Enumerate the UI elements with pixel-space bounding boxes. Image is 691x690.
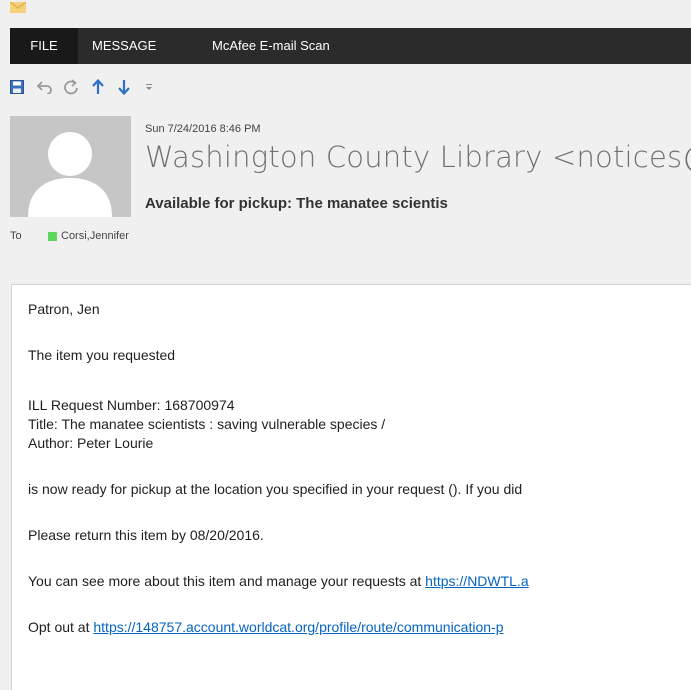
tab-file[interactable]: FILE	[10, 28, 78, 64]
undo-button[interactable]	[34, 74, 56, 100]
recipient-name[interactable]: Corsi,Jennifer	[61, 230, 129, 242]
ready-text: is now ready for pickup at the location …	[28, 481, 523, 497]
previous-item-icon	[92, 79, 104, 94]
sent-date: Sun 7/24/2016 8:46 PM	[145, 123, 261, 135]
item-title-text: Title: The manatee scientists : saving v…	[28, 416, 386, 432]
intro-text: The item you requested	[28, 347, 176, 363]
avatar	[10, 116, 131, 217]
customize-dropdown-icon	[146, 84, 152, 90]
sender-name[interactable]: Washington County Library <notices@e.w	[145, 140, 691, 174]
person-silhouette-icon	[28, 132, 112, 217]
message-body: Patron, Jen The item you requested ILL R…	[11, 284, 691, 690]
save-button[interactable]	[6, 74, 28, 100]
next-item-button[interactable]	[113, 74, 135, 100]
see-more-text: You can see more about this item and man…	[28, 573, 426, 589]
greeting-text: Patron, Jen	[28, 301, 100, 317]
to-label: To	[10, 230, 22, 242]
envelope-icon	[10, 2, 26, 13]
customize-toolbar-button[interactable]	[138, 74, 160, 100]
opt-out-link[interactable]: https://148757.account.worldcat.org/prof…	[93, 619, 503, 635]
see-more-line: You can see more about this item and man…	[28, 573, 529, 589]
title-strip	[0, 0, 691, 22]
request-number-text: ILL Request Number: 168700974	[28, 397, 235, 413]
message-header: Sun 7/24/2016 8:46 PM Washington County …	[10, 110, 691, 260]
save-icon	[10, 80, 24, 94]
previous-item-button[interactable]	[87, 74, 109, 100]
presence-status-icon	[48, 232, 57, 241]
redo-icon	[64, 79, 78, 95]
tab-mcafee-email-scan[interactable]: McAfee E-mail Scan	[212, 28, 330, 64]
return-by-text: Please return this item by 08/20/2016.	[28, 527, 264, 543]
redo-button[interactable]	[60, 74, 82, 100]
undo-icon	[37, 81, 52, 94]
outlook-message-window: FILE MESSAGE McAfee E-mail Scan Sun 7/24…	[0, 0, 691, 690]
item-author-text: Author: Peter Lourie	[28, 435, 154, 451]
opt-out-text: Opt out at	[28, 619, 94, 635]
subject-line: Available for pickup: The manatee scient…	[145, 195, 448, 212]
opt-out-line: Opt out at https://148757.account.worldc…	[28, 619, 504, 635]
tab-message[interactable]: MESSAGE	[92, 28, 156, 64]
next-item-icon	[118, 80, 130, 95]
requests-link[interactable]: https://NDWTL.a	[425, 573, 528, 589]
ribbon-tab-bar: FILE MESSAGE McAfee E-mail Scan	[10, 28, 691, 64]
